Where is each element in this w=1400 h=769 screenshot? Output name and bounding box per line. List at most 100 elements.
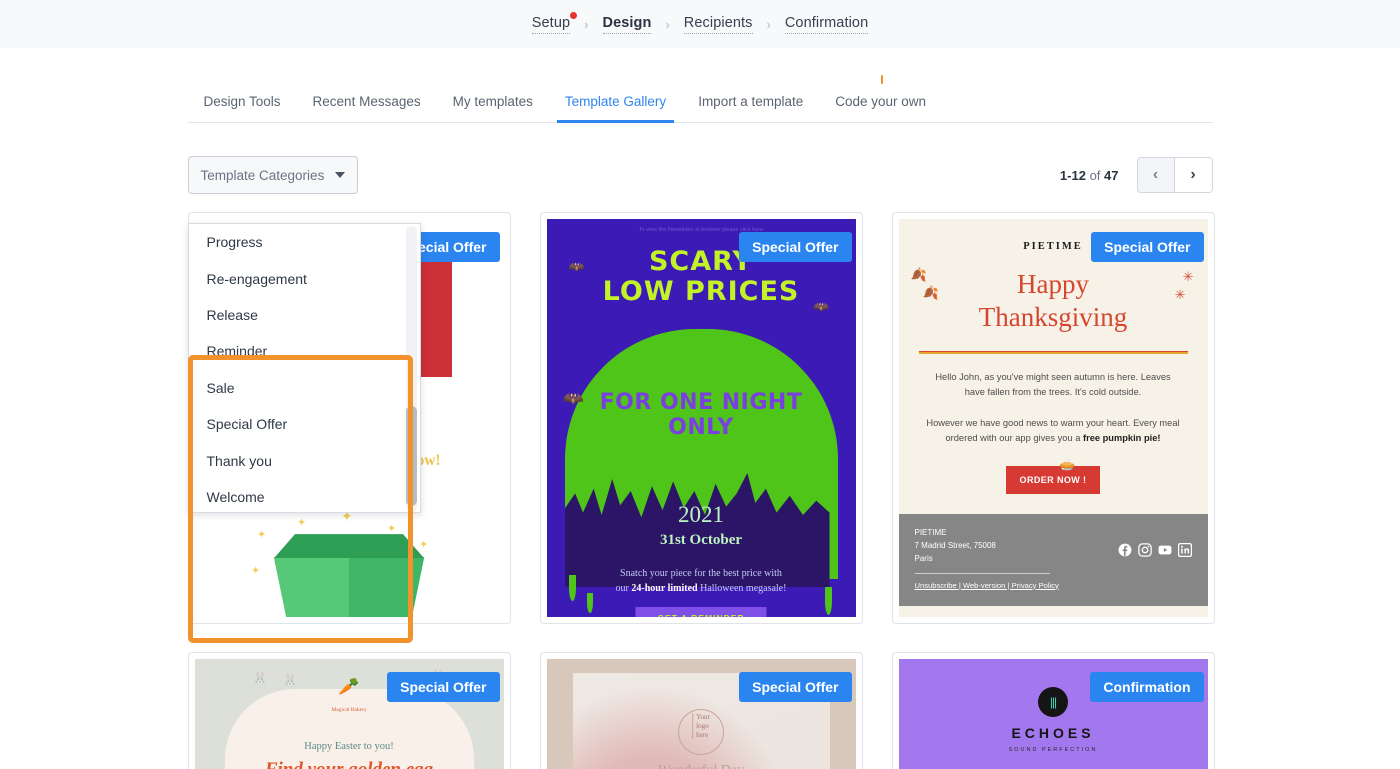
previous-page-button[interactable]: ‹ xyxy=(1136,157,1175,193)
menu-item-reminder[interactable]: Reminder xyxy=(189,333,420,369)
thanksgiving-paragraph-2: However we have good news to warm your h… xyxy=(925,416,1182,446)
status-badge: Confirmation xyxy=(1090,672,1204,702)
bunny-icon: 🐰 xyxy=(282,673,298,687)
pagination-of-word: of xyxy=(1089,167,1101,183)
pagination-range-value: 1-12 xyxy=(1059,167,1086,183)
maple-leaf-icon: ✳ xyxy=(1182,269,1194,284)
easter-greeting: Happy Easter to you! xyxy=(304,741,394,752)
template-card-echoes[interactable]: Confirmation ||| ECHOES SOUND PERFECTION xyxy=(891,652,1215,769)
footer-address-block: PIETIME 7 Madrid Street, 75008 Paris Uns… xyxy=(914,527,1059,592)
divider xyxy=(918,350,1188,354)
logo-line-3: here xyxy=(696,730,709,739)
menu-item-welcome[interactable]: Welcome xyxy=(189,479,420,512)
menu-item-progress[interactable]: Progress xyxy=(189,224,420,260)
order-cta-wrap: 🥧 ORDER NOW ! xyxy=(899,456,1208,495)
breadcrumb-label: Setup xyxy=(531,14,571,31)
wedding-headline: Wonderful Day xyxy=(547,763,856,769)
breadcrumb-item-recipients[interactable]: Recipients xyxy=(683,15,753,34)
gift-box-lid xyxy=(274,534,424,559)
halloween-cta-button: GET A REMINDER xyxy=(635,607,767,617)
gift-box-illustration: ✦ ✦ ✦ ✦ ✦ ✦ xyxy=(251,508,429,617)
tab-label: Code your own xyxy=(835,94,927,109)
thanksgiving-paragraph-1: Hello John, as you've might seen autumn … xyxy=(935,371,1171,397)
event-year: 2021 xyxy=(678,502,724,527)
maple-leaf-icon: ✳ xyxy=(1174,287,1186,302)
sparkle-icon: ✦ xyxy=(251,565,261,578)
tabs-bar: Design Tools Recent Messages My template… xyxy=(0,48,1400,123)
sparkle-icon: ✦ xyxy=(257,529,267,542)
gallery-content: Template Categories 1-12 of 47 ‹ › Progr… xyxy=(187,156,1215,769)
status-badge: Special Offer xyxy=(387,672,500,702)
menu-item-thank-you[interactable]: Thank you xyxy=(189,442,420,478)
pagination-range: 1-12 of 47 xyxy=(1060,168,1119,183)
breadcrumb: Setup › Design › Recipients › Confirmati… xyxy=(531,11,869,34)
template-categories-menu[interactable]: Progress Re-engagement Release Reminder … xyxy=(187,223,421,513)
template-card-wedding[interactable]: Special Offer Your logo here Wonderful D… xyxy=(539,652,863,769)
headline-line-2: LOW PRICES xyxy=(602,275,800,307)
brand-name: ECHOES xyxy=(1011,725,1095,741)
template-card-halloween[interactable]: Special Offer To view the Newsletter in … xyxy=(539,212,863,624)
paragraph-2-bold: free pumpkin pie! xyxy=(1082,433,1161,444)
template-categories-dropdown[interactable]: Template Categories xyxy=(187,156,358,194)
hero-line-1: Happy xyxy=(1017,269,1089,299)
leaf-icon: 🍂 xyxy=(910,267,927,282)
gift-box-side xyxy=(349,557,425,617)
footer-links: Unsubscribe | Web-version | Privacy Poli… xyxy=(914,580,1059,590)
email-footer: PIETIME 7 Madrid Street, 75008 Paris Uns… xyxy=(898,514,1208,606)
body-line-2b: Halloween megasale! xyxy=(697,583,787,594)
order-now-button: ORDER NOW ! xyxy=(1005,466,1101,495)
sparkle-icon: ✦ xyxy=(297,517,307,530)
tabs-list: Design Tools Recent Messages My template… xyxy=(187,75,1213,123)
social-links xyxy=(1118,543,1192,558)
logo-placeholder-text: Your logo here xyxy=(692,713,710,740)
breadcrumb-separator-icon: › xyxy=(766,16,771,32)
drip-shape xyxy=(586,593,593,613)
pie-icon: 🥧 xyxy=(1059,456,1076,472)
breadcrumb-item-confirmation[interactable]: Confirmation xyxy=(784,15,869,34)
tab-my-templates[interactable]: My templates xyxy=(437,84,549,122)
tab-recent-messages[interactable]: Recent Messages xyxy=(297,84,437,122)
soundwave-logo-icon: ||| xyxy=(1038,687,1068,717)
menu-scrollbar-thumb[interactable] xyxy=(405,406,417,506)
template-thumbnail: To view the Newsletter in browser please… xyxy=(546,219,856,617)
tab-design-tools[interactable]: Design Tools xyxy=(188,84,297,122)
template-card-thanksgiving[interactable]: Special Offer PIETIME Happy Thanksgiving… xyxy=(891,212,1215,624)
breadcrumb-item-design[interactable]: Design xyxy=(602,15,652,34)
breadcrumb-item-setup[interactable]: Setup xyxy=(531,11,578,34)
bat-icon: 🦇 xyxy=(562,389,584,408)
status-badge: Special Offer xyxy=(739,232,852,262)
footer-brand: PIETIME xyxy=(914,528,947,538)
breadcrumb-bar: Setup › Design › Recipients › Confirmati… xyxy=(0,0,1400,48)
halloween-body-text: Snatch your piece for the best price wit… xyxy=(571,566,832,596)
menu-item-sale[interactable]: Sale xyxy=(189,370,420,406)
carrot-icon: 🥕 xyxy=(338,677,360,696)
sparkle-icon: ✦ xyxy=(419,539,429,552)
pagination-total: 47 xyxy=(1104,167,1119,183)
tab-template-gallery[interactable]: Template Gallery xyxy=(549,84,682,123)
template-card-easter[interactable]: Special Offer 🐰 🐰 🐰 🥕 Magical Bakery Hap… xyxy=(187,652,511,769)
halloween-subheadline: FOR ONE NIGHT ONLY xyxy=(547,390,856,440)
tab-code-your-own[interactable]: Code your own xyxy=(819,75,942,122)
facebook-icon xyxy=(1118,543,1132,557)
logo-line-2: logo xyxy=(696,721,709,730)
setup-alert-dot-icon xyxy=(570,11,578,19)
footer-city: Paris xyxy=(914,553,933,563)
next-page-button[interactable]: › xyxy=(1174,157,1213,193)
body-line-2a: our xyxy=(615,583,632,594)
thanksgiving-hero: Happy Thanksgiving xyxy=(899,268,1208,335)
bunny-icon: 🐰 xyxy=(252,671,268,685)
tab-import-a-template[interactable]: Import a template xyxy=(682,84,819,122)
menu-item-re-engagement[interactable]: Re-engagement xyxy=(189,260,420,296)
footer-address: 7 Madrid Street, 75008 xyxy=(914,540,996,550)
breadcrumb-separator-icon: › xyxy=(584,16,589,32)
chevron-down-icon xyxy=(334,172,345,178)
subheadline-line-1: FOR ONE NIGHT xyxy=(599,390,803,415)
menu-item-release[interactable]: Release xyxy=(189,297,420,333)
menu-item-special-offer[interactable]: Special Offer xyxy=(189,406,420,442)
logo-line-1: Your xyxy=(696,713,710,721)
leaf-icon: 🍂 xyxy=(922,285,939,300)
footer-divider xyxy=(914,572,1050,574)
instagram-icon xyxy=(1137,543,1152,557)
template-thumbnail: PIETIME Happy Thanksgiving Hello John, a… xyxy=(898,219,1208,617)
body-line-2-bold: 24-hour limited xyxy=(631,583,698,594)
